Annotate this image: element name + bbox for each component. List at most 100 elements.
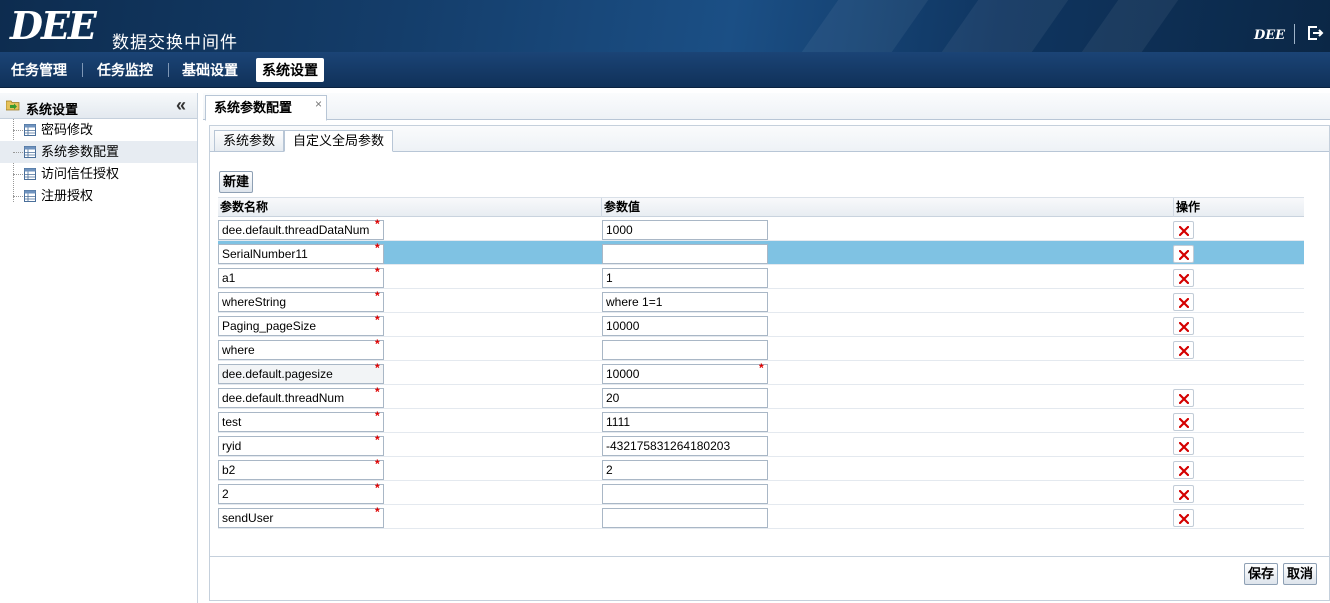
param-name-input[interactable]: whereString (218, 292, 384, 312)
param-name-input[interactable]: SerialNumber11 (218, 244, 384, 264)
sidebar-item-label: 密码修改 (41, 122, 94, 137)
nav-item-system-settings[interactable]: 系统设置 (256, 58, 324, 82)
header-decoration (1081, 0, 1179, 52)
nav-item-task-monitor[interactable]: 任务监控 (91, 58, 159, 82)
main-nav: 任务管理 任务监控 基础设置 系统设置 (0, 52, 1330, 88)
header-decoration (801, 0, 929, 52)
tab-bar: 系统参数配置 × (203, 92, 1330, 121)
cancel-button[interactable]: 取消 (1283, 563, 1318, 585)
sidebar-tree: 密码修改 系统参数配置 访问信任授权 注册授权 (0, 119, 197, 207)
tree-connector (13, 130, 23, 131)
subtab-system-params[interactable]: 系统参数 (214, 130, 285, 152)
param-name-input[interactable]: dee.default.threadDataNum (218, 220, 384, 240)
table-icon (24, 168, 36, 180)
delete-row-button[interactable] (1173, 389, 1194, 407)
table-row[interactable]: where * (218, 337, 1304, 361)
sidebar-item-password-change[interactable]: 密码修改 (0, 119, 197, 141)
param-name-input[interactable]: dee.default.pagesize (218, 364, 384, 384)
param-value-input[interactable]: 2 (602, 460, 768, 480)
table-icon (24, 190, 36, 202)
param-name-input[interactable]: b2 (218, 460, 384, 480)
param-name-input[interactable]: where (218, 340, 384, 360)
logout-icon[interactable] (1306, 24, 1324, 42)
param-name-input[interactable]: a1 (218, 268, 384, 288)
delete-row-button[interactable] (1173, 437, 1194, 455)
table-icon (24, 146, 36, 158)
table-row[interactable]: dee.default.pagesize * 10000 * (218, 361, 1304, 385)
collapse-sidebar-button[interactable]: « (176, 95, 186, 116)
header-separator (1294, 24, 1295, 44)
param-value-input[interactable]: 10000 (602, 364, 768, 384)
table-row[interactable]: b2 * 2 (218, 457, 1304, 481)
tree-connector (13, 174, 23, 175)
delete-x-icon (1179, 250, 1189, 260)
close-tab-icon[interactable]: × (315, 92, 322, 116)
delete-row-button[interactable] (1173, 245, 1194, 263)
folder-icon (6, 100, 20, 111)
nav-item-task-management[interactable]: 任务管理 (5, 58, 73, 82)
delete-row-button[interactable] (1173, 221, 1194, 239)
tab-system-params-config[interactable]: 系统参数配置 × (205, 92, 328, 121)
param-name-input[interactable]: Paging_pageSize (218, 316, 384, 336)
param-value-input[interactable] (602, 484, 768, 504)
table-row[interactable]: ryid * -432175831264180203 (218, 433, 1304, 457)
grid-body: dee.default.threadDataNum * 1000 SerialNumb… (218, 217, 1304, 529)
save-button[interactable]: 保存 (1244, 563, 1279, 585)
sidebar-item-registration[interactable]: 注册授权 (0, 185, 197, 207)
required-mark: * (375, 265, 380, 279)
table-row[interactable]: 2 * (218, 481, 1304, 505)
param-value-input[interactable]: 10000 (602, 316, 768, 336)
param-value-input[interactable]: where 1=1 (602, 292, 768, 312)
param-value-input[interactable] (602, 244, 768, 264)
nav-separator (82, 63, 83, 77)
delete-x-icon (1179, 346, 1189, 356)
table-row[interactable]: sendUser * (218, 505, 1304, 529)
table-row[interactable]: whereString * where 1=1 (218, 289, 1304, 313)
param-value-input[interactable] (602, 340, 768, 360)
delete-row-button[interactable] (1173, 341, 1194, 359)
tree-connector (13, 152, 23, 153)
delete-row-button[interactable] (1173, 461, 1194, 479)
param-value-input[interactable]: 1 (602, 268, 768, 288)
delete-row-button[interactable] (1173, 413, 1194, 431)
delete-x-icon (1179, 442, 1189, 452)
sidebar-header: 系统设置 « (0, 93, 197, 119)
delete-row-button[interactable] (1173, 509, 1194, 527)
sidebar-item-system-params[interactable]: 系统参数配置 (0, 141, 197, 163)
sidebar: 系统设置 « 密码修改 系统参数配置 访问信任授权 注册授权 (0, 93, 198, 603)
required-mark: * (759, 361, 764, 375)
param-value-input[interactable] (602, 508, 768, 528)
subtab-custom-global-params[interactable]: 自定义全局参数 (284, 130, 394, 152)
delete-row-button[interactable] (1173, 293, 1194, 311)
required-mark: * (375, 361, 380, 375)
params-grid: 参数名称 参数值 操作 dee.default.threadDataNum * 10… (218, 197, 1304, 529)
param-name-input[interactable]: dee.default.threadNum (218, 388, 384, 408)
nav-separator (168, 63, 169, 77)
delete-row-button[interactable] (1173, 317, 1194, 335)
table-icon (24, 124, 36, 136)
app-header: DEE 数据交换中间件 DEE (0, 0, 1330, 52)
table-row[interactable]: dee.default.threadNum * 20 (218, 385, 1304, 409)
required-mark: * (375, 385, 380, 399)
column-header-name: 参数名称 (218, 198, 602, 217)
delete-row-button[interactable] (1173, 269, 1194, 287)
param-value-input[interactable]: 1111 (602, 412, 768, 432)
new-button[interactable]: 新建 (219, 171, 254, 193)
table-row[interactable]: Paging_pageSize * 10000 (218, 313, 1304, 337)
required-mark: * (375, 457, 380, 471)
param-value-input[interactable]: 1000 (602, 220, 768, 240)
table-row[interactable]: a1 * 1 (218, 265, 1304, 289)
param-value-input[interactable]: -432175831264180203 (602, 436, 768, 456)
table-row[interactable]: test * 1111 (218, 409, 1304, 433)
param-name-input[interactable]: sendUser (218, 508, 384, 528)
table-row[interactable]: SerialNumber11 * (218, 241, 1304, 265)
sidebar-item-access-trust[interactable]: 访问信任授权 (0, 163, 197, 185)
delete-row-button[interactable] (1173, 485, 1194, 503)
param-value-input[interactable]: 20 (602, 388, 768, 408)
nav-item-basic-settings[interactable]: 基础设置 (176, 58, 244, 82)
table-row[interactable]: dee.default.threadDataNum * 1000 (218, 217, 1304, 241)
tree-connector (13, 196, 23, 197)
param-name-input[interactable]: ryid (218, 436, 384, 456)
param-name-input[interactable]: 2 (218, 484, 384, 504)
param-name-input[interactable]: test (218, 412, 384, 432)
